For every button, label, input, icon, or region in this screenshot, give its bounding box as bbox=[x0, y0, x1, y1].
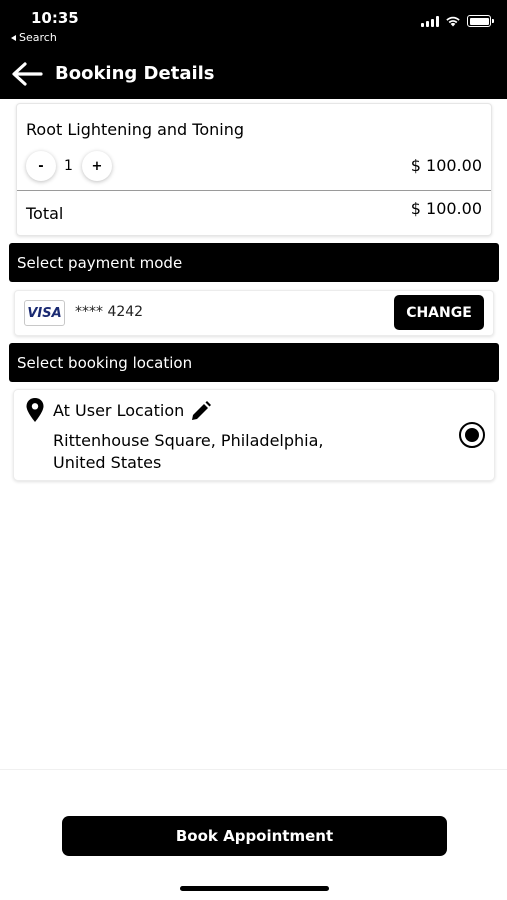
total-value: $ 100.00 bbox=[410, 199, 482, 218]
home-indicator bbox=[180, 886, 329, 891]
location-section-header: Select booking location bbox=[9, 343, 499, 382]
wifi-icon bbox=[446, 16, 460, 27]
address-line-2: United States bbox=[53, 453, 162, 472]
back-button[interactable] bbox=[10, 60, 46, 88]
address-line-1: Rittenhouse Square, Philadelphia, bbox=[53, 431, 324, 450]
status-time: 10:35 bbox=[31, 9, 79, 27]
service-card: Root Lightening and Toning - 1 + $ 100.0… bbox=[16, 103, 492, 236]
location-address: Rittenhouse Square, Philadelphia, United… bbox=[53, 430, 373, 474]
payment-section-header: Select payment mode bbox=[9, 243, 499, 282]
page-title: Booking Details bbox=[55, 63, 215, 84]
service-name: Root Lightening and Toning bbox=[26, 120, 244, 139]
footer-divider bbox=[0, 769, 507, 770]
location-option[interactable]: At User Location Rittenhouse Square, Phi… bbox=[13, 389, 495, 481]
location-type-label: At User Location bbox=[53, 401, 185, 420]
payment-card: VISA **** 4242 CHANGE bbox=[14, 290, 494, 336]
service-price: $ 100.00 bbox=[410, 156, 482, 175]
edit-pencil-icon[interactable] bbox=[190, 400, 212, 422]
decrease-quantity-button[interactable]: - bbox=[26, 151, 56, 181]
status-back-label: Search bbox=[19, 31, 57, 44]
increase-quantity-button[interactable]: + bbox=[82, 151, 112, 181]
location-radio-button[interactable] bbox=[459, 422, 485, 448]
location-pin-icon bbox=[26, 398, 44, 422]
back-triangle-icon bbox=[11, 34, 16, 41]
radio-selected-dot bbox=[465, 428, 479, 442]
card-number: **** 4242 bbox=[75, 304, 144, 320]
status-back-to-search[interactable]: Search bbox=[11, 31, 57, 44]
top-bar: 10:35 Search Booking Details bbox=[0, 0, 507, 99]
visa-logo-icon: VISA bbox=[24, 300, 65, 326]
status-icons bbox=[421, 15, 494, 27]
book-appointment-button[interactable]: Book Appointment bbox=[62, 816, 447, 856]
signal-icon bbox=[421, 15, 439, 27]
change-payment-button[interactable]: CHANGE bbox=[394, 295, 484, 330]
total-label: Total bbox=[26, 204, 64, 223]
battery-icon bbox=[467, 15, 494, 27]
arrow-left-icon bbox=[12, 62, 43, 86]
divider bbox=[17, 190, 491, 191]
quantity-value: 1 bbox=[64, 158, 73, 174]
